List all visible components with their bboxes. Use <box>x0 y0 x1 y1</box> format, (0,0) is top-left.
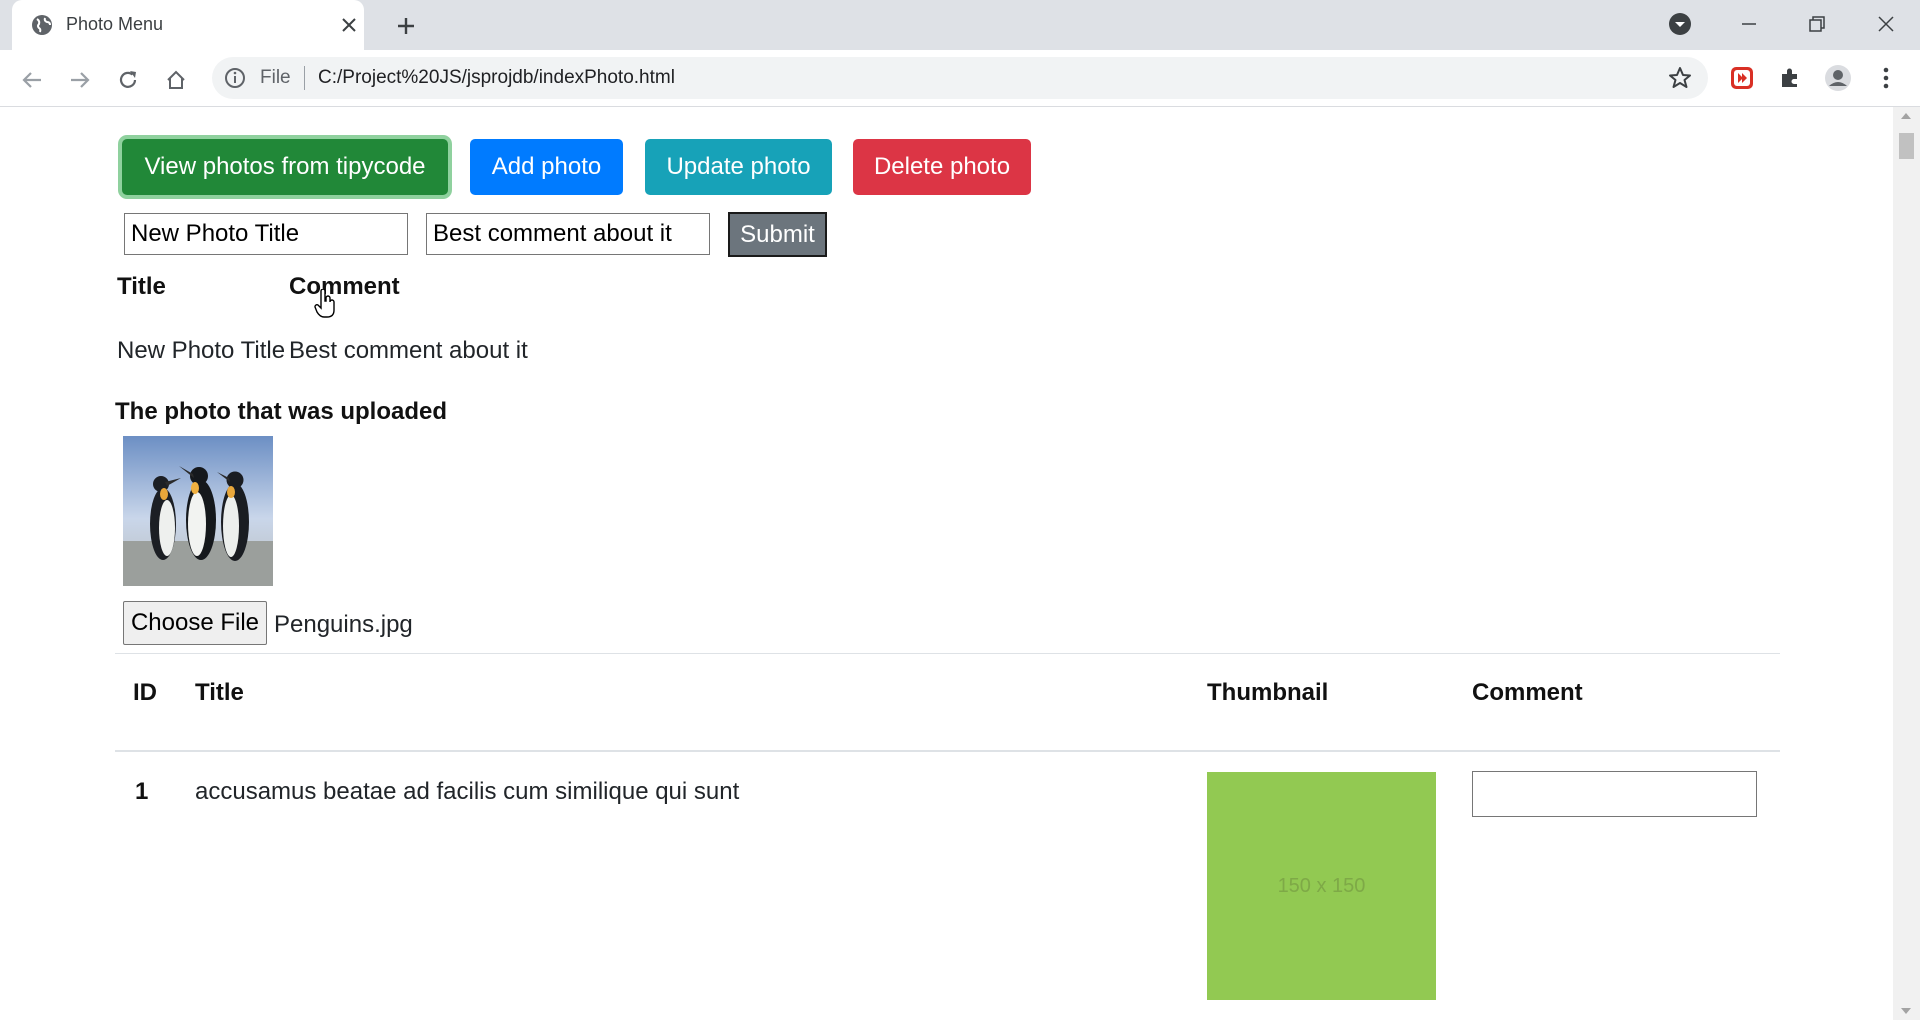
thumbnail-column-header: Thumbnail <box>1207 679 1329 706</box>
photo-comment-input[interactable] <box>426 213 710 255</box>
thumbnail-placeholder-text: 150 x 150 <box>1277 874 1366 897</box>
tab-search-icon[interactable] <box>1658 6 1702 42</box>
extension-red-icon[interactable] <box>1726 62 1758 94</box>
forward-icon[interactable] <box>62 62 98 98</box>
comment-column-header: Comment <box>1472 679 1583 706</box>
row-thumbnail[interactable]: 150 x 150 <box>1207 772 1436 1000</box>
url-scheme-label: File <box>260 67 291 88</box>
omnibox-divider <box>304 66 305 90</box>
close-tab-icon[interactable] <box>335 11 363 39</box>
submit-button[interactable]: Submit <box>728 212 827 257</box>
entry-comment-cell: Best comment about it <box>289 337 528 364</box>
scroll-down-arrow-icon[interactable] <box>1901 1008 1911 1014</box>
profile-avatar-icon[interactable] <box>1822 62 1854 94</box>
entry-title-cell: New Photo Title <box>117 337 286 364</box>
tab-title: Photo Menu <box>66 14 164 34</box>
update-photo-button[interactable]: Update photo <box>645 139 832 195</box>
minimize-icon[interactable] <box>1727 6 1771 42</box>
globe-icon <box>32 15 52 35</box>
row-comment-input[interactable] <box>1472 771 1757 817</box>
title-column-header: Title <box>195 679 244 706</box>
home-icon[interactable] <box>158 62 194 98</box>
choose-file-button[interactable]: Choose File <box>123 601 267 645</box>
info-icon[interactable] <box>224 67 246 89</box>
close-window-icon[interactable] <box>1864 6 1908 42</box>
scrollbar-thumb[interactable] <box>1899 133 1914 159</box>
back-icon[interactable] <box>14 62 50 98</box>
row-title-cell: accusamus beatae ad facilis cum similiqu… <box>195 778 740 805</box>
row-id-cell: 1 <box>135 778 149 805</box>
entry-title-header: Title <box>117 273 166 300</box>
new-tab-icon[interactable] <box>390 10 422 42</box>
hand-cursor-icon <box>314 289 335 318</box>
browser-tab[interactable]: Photo Menu <box>12 0 364 50</box>
page-content: View photos from tipycode Add photo Upda… <box>0 107 1893 1020</box>
address-bar[interactable]: File C:/Project%20JS/jsprojdb/indexPhoto… <box>212 57 1708 99</box>
browser-toolbar: File C:/Project%20JS/jsprojdb/indexPhoto… <box>0 50 1920 107</box>
uploaded-photo-heading: The photo that was uploaded <box>115 398 447 425</box>
id-column-header: ID <box>133 679 157 706</box>
delete-photo-button[interactable]: Delete photo <box>853 139 1031 195</box>
photo-title-input[interactable] <box>124 213 408 255</box>
url-text[interactable]: C:/Project%20JS/jsprojdb/indexPhoto.html <box>318 67 675 89</box>
bookmark-star-icon[interactable] <box>1668 66 1692 90</box>
kebab-menu-icon[interactable] <box>1870 62 1902 94</box>
view-photos-button[interactable]: View photos from tipycode <box>122 139 448 195</box>
vertical-scrollbar[interactable] <box>1893 107 1920 1020</box>
extensions-puzzle-icon[interactable] <box>1774 62 1806 94</box>
add-photo-button[interactable]: Add photo <box>470 139 623 195</box>
restore-icon[interactable] <box>1795 6 1839 42</box>
entry-comment-header: Comment <box>289 273 400 300</box>
scroll-up-arrow-icon[interactable] <box>1901 113 1911 119</box>
uploaded-penguins-photo <box>123 436 273 586</box>
tab-strip: Photo Menu <box>0 0 1920 50</box>
table-top-border <box>115 653 1780 654</box>
table-header-border <box>115 750 1780 752</box>
reload-icon[interactable] <box>110 62 146 98</box>
chosen-file-name: Penguins.jpg <box>274 611 413 638</box>
